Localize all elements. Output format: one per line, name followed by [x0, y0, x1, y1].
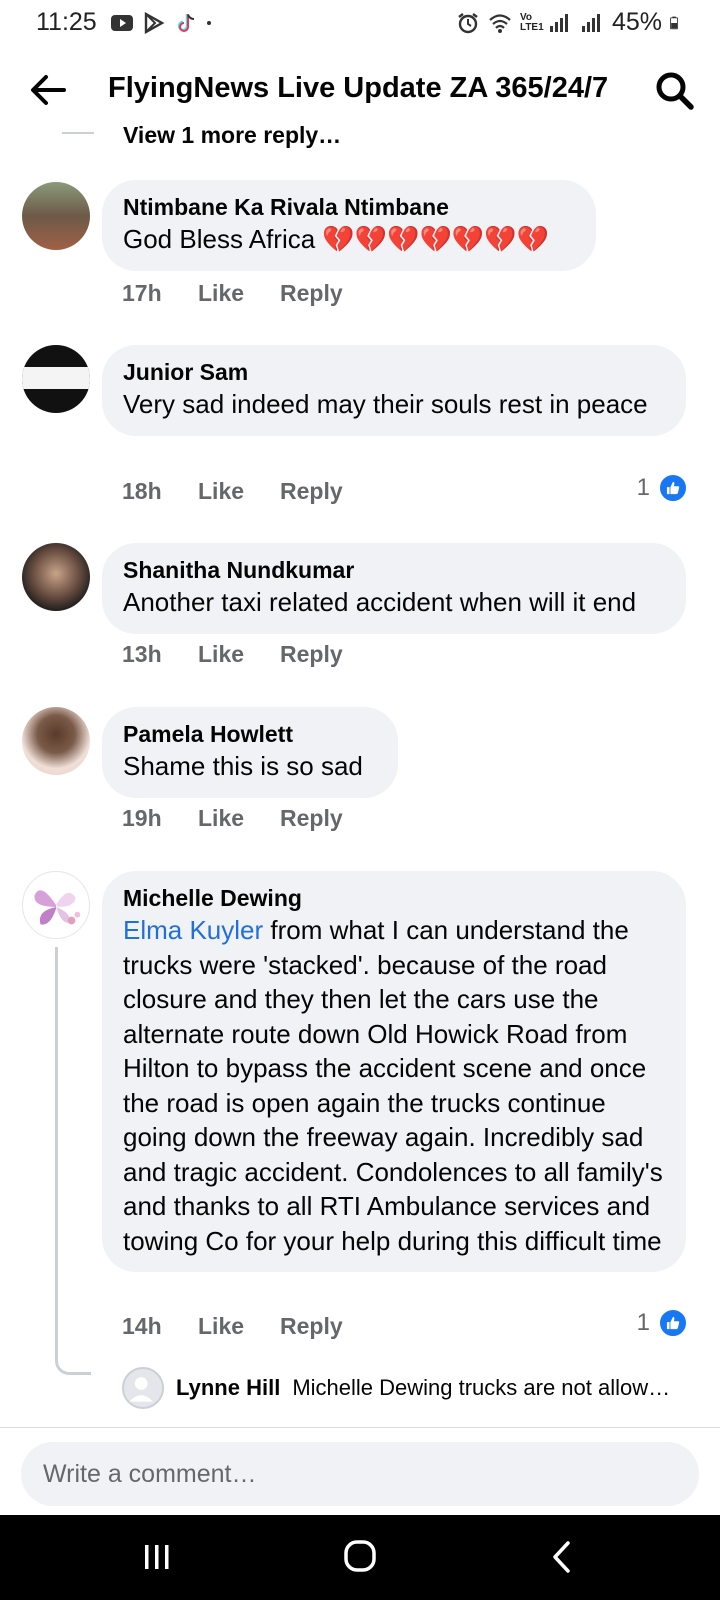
comments-thread: View 1 more reply… Ntimbane Ka Rivala Nt…: [0, 120, 720, 1427]
comment-time: 13h: [122, 641, 162, 667]
avatar[interactable]: [22, 871, 90, 939]
comment-time: 14h: [122, 1313, 162, 1339]
thread-connector: [55, 1357, 91, 1375]
reply-text: Michelle Dewing trucks are not allow…: [292, 1375, 671, 1400]
like-button[interactable]: Like: [198, 1313, 280, 1340]
butterfly-icon: [34, 890, 81, 925]
comment-time: 17h: [122, 280, 162, 306]
comment-bubble[interactable]: Junior Sam Very sad indeed may their sou…: [102, 345, 686, 436]
comment-text: God Bless Africa 💔💔💔💔💔💔💔: [123, 224, 550, 254]
home-icon[interactable]: [335, 1535, 385, 1579]
battery-percent: 45%: [611, 8, 662, 36]
system-nav-bar: [0, 1515, 720, 1600]
like-button[interactable]: Like: [198, 478, 280, 505]
alarm-icon: [458, 12, 478, 33]
like-button[interactable]: Like: [198, 641, 280, 668]
signal-icon: [581, 13, 600, 32]
reply-author[interactable]: Lynne Hill: [176, 1375, 280, 1401]
wifi-icon: [489, 13, 511, 33]
reaction-number: 1: [636, 1309, 650, 1336]
signal-icon: [549, 13, 568, 32]
avatar[interactable]: [22, 707, 90, 775]
reaction-number: 1: [636, 474, 650, 501]
dot-icon: [207, 21, 211, 25]
mention-link[interactable]: Elma Kuyler: [123, 915, 263, 945]
comment-actions: 19h Like Reply: [122, 805, 343, 832]
commenter-name[interactable]: Shanitha Nundkumar: [123, 555, 666, 585]
like-reaction-icon: [658, 1308, 688, 1338]
comment-actions: 17h Like Reply: [122, 280, 343, 307]
comment-input[interactable]: Write a comment…: [21, 1442, 699, 1506]
avatar-image: [22, 367, 90, 389]
commenter-name[interactable]: Pamela Howlett: [123, 719, 378, 749]
comment-actions: 13h Like Reply: [122, 641, 343, 668]
like-button[interactable]: Like: [198, 280, 280, 307]
comment-time: 19h: [122, 805, 162, 831]
recents-icon[interactable]: [132, 1535, 182, 1579]
comment-text: Shame this is so sad: [123, 751, 363, 781]
reaction-count[interactable]: 1: [637, 473, 688, 503]
view-more-replies-link[interactable]: View 1 more reply…: [123, 122, 341, 149]
comment-bubble[interactable]: Michelle Dewing Elma Kuyler from what I …: [102, 871, 686, 1272]
reaction-count[interactable]: 1: [637, 1308, 688, 1338]
reply-button[interactable]: Reply: [280, 280, 343, 307]
search-icon[interactable]: [652, 68, 696, 112]
comment-bubble[interactable]: Shanitha Nundkumar Another taxi related …: [102, 543, 686, 634]
volte-label: Vo LTE1: [519, 11, 544, 33]
tiktok-icon: [177, 14, 195, 32]
commenter-name[interactable]: Junior Sam: [123, 357, 658, 387]
comment-text: Another taxi related accident when will …: [123, 587, 637, 617]
comment-body: from what I can understand the trucks we…: [123, 915, 663, 1256]
notification-icons: [110, 12, 218, 34]
thread-connector: [55, 947, 58, 1357]
back-arrow-icon[interactable]: [26, 68, 70, 112]
reply-button[interactable]: Reply: [280, 1313, 343, 1340]
reply-button[interactable]: Reply: [280, 805, 343, 832]
comment-actions: 14h Like Reply: [122, 1313, 343, 1340]
comment-bubble[interactable]: Pamela Howlett Shame this is so sad: [102, 707, 398, 798]
avatar[interactable]: [22, 182, 90, 250]
play-store-icon: [144, 12, 165, 34]
thread-connector: [62, 132, 94, 134]
commenter-name[interactable]: Michelle Dewing: [123, 883, 668, 913]
avatar[interactable]: [22, 543, 90, 611]
status-time: 11:25: [36, 8, 97, 36]
reply-button[interactable]: Reply: [280, 478, 343, 505]
youtube-icon: [111, 15, 133, 31]
comment-text: Very sad indeed may their souls rest in …: [123, 389, 648, 419]
comment-text: Elma Kuyler from what I can understand t…: [123, 913, 668, 1258]
comment-bubble[interactable]: Ntimbane Ka Rivala Ntimbane God Bless Af…: [102, 180, 596, 271]
avatar[interactable]: [122, 1367, 164, 1409]
like-reaction-icon: [658, 473, 688, 503]
reply-preview[interactable]: Lynne Hill Michelle Dewing trucks are no…: [122, 1367, 670, 1409]
battery-icon: [670, 16, 679, 29]
like-button[interactable]: Like: [198, 805, 280, 832]
comment-actions: 18h Like Reply: [122, 478, 343, 505]
status-bar: 11:25 Vo LTE1 45%: [0, 0, 720, 48]
commenter-name[interactable]: Ntimbane Ka Rivala Ntimbane: [123, 192, 576, 222]
comment-time: 18h: [122, 478, 162, 504]
reply-button[interactable]: Reply: [280, 641, 343, 668]
status-right: Vo LTE1 45%: [456, 8, 684, 37]
nav-back-icon[interactable]: [538, 1535, 588, 1579]
default-avatar-icon: [129, 1377, 153, 1402]
page-title: FlyingNews Live Update ZA 365/24/7: [108, 72, 609, 104]
avatar[interactable]: [22, 345, 90, 413]
compose-bar: Write a comment…: [0, 1427, 720, 1515]
